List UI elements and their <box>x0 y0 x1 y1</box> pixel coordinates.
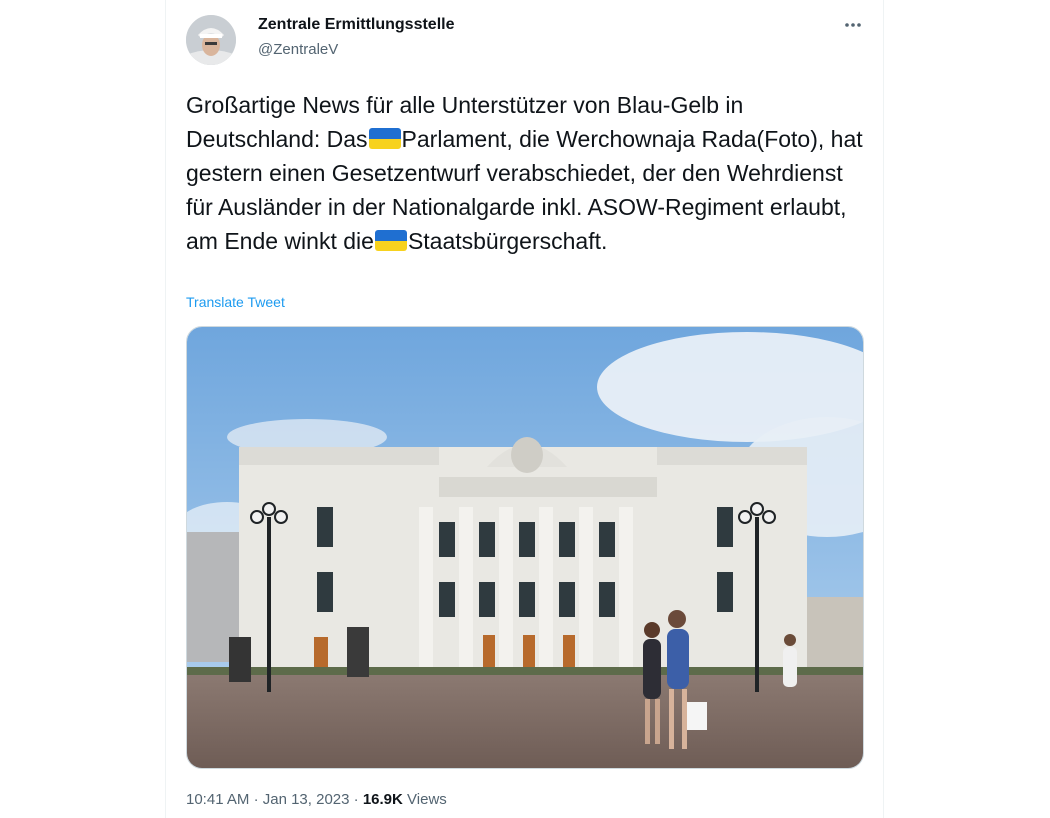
more-horizontal-icon <box>845 23 861 27</box>
more-options-button[interactable] <box>836 10 870 40</box>
ukraine-flag-icon <box>368 128 401 149</box>
tweet-text-part-3: Staatsbürgerschaft. <box>407 228 608 254</box>
user-handle[interactable]: @ZentraleV <box>258 41 338 58</box>
ukraine-flag-icon <box>374 230 407 251</box>
separator-dot: · <box>353 791 359 808</box>
tweet-photo[interactable] <box>186 326 864 769</box>
display-name[interactable]: Zentrale Ermittlungsstelle <box>258 16 455 34</box>
views-count[interactable]: 16.9K <box>363 791 403 808</box>
translate-tweet-link[interactable]: Translate Tweet <box>186 294 285 310</box>
views-label[interactable]: Views <box>407 791 447 808</box>
separator-dot: · <box>253 791 259 808</box>
tweet-time[interactable]: 10:41 AM <box>186 791 249 808</box>
parliament-building-photo <box>187 327 863 768</box>
tweet-metadata: 10:41 AM · Jan 13, 2023 · 16.9K Views <box>186 791 447 808</box>
avatar-image <box>186 15 236 65</box>
tweet-text: Großartige News für alle Unterstützer vo… <box>186 88 866 258</box>
avatar[interactable] <box>186 15 236 65</box>
tweet-date[interactable]: Jan 13, 2023 <box>263 791 350 808</box>
